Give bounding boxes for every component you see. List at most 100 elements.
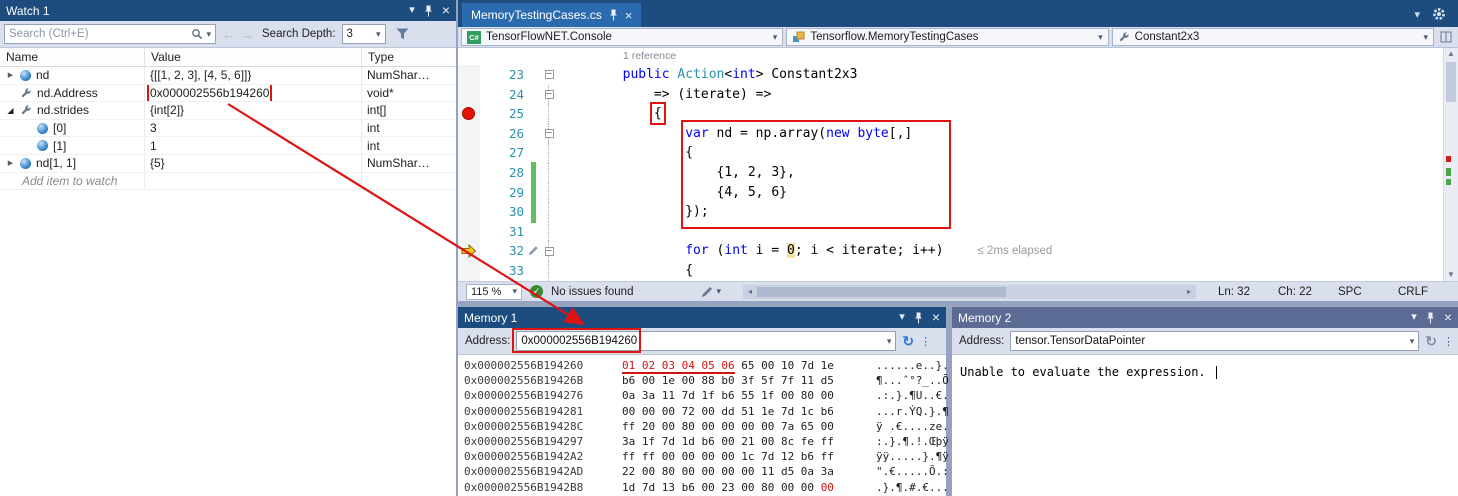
close-icon[interactable]: × [932,312,940,323]
watch-name-cell[interactable]: ▶nd [0,67,145,84]
code-line[interactable]: 30 }); [458,202,1458,222]
search-options-icon[interactable]: ▾ [206,29,211,40]
memory-row[interactable]: 0x000002556B19428100 00 00 72 00 dd 51 1… [464,404,946,419]
watch-value-cell[interactable]: {5} [145,155,362,172]
outlining-margin[interactable] [538,163,560,183]
horizontal-scrollbar[interactable]: ◂ ▸ [743,285,1196,299]
scroll-up-icon[interactable]: ▲ [1444,48,1458,60]
outlining-margin[interactable] [538,202,560,222]
memory-row[interactable]: 0x000002556B1942B81d 7d 13 b6 00 23 00 8… [464,480,946,495]
gear-icon[interactable] [1432,7,1446,21]
search-input[interactable] [9,28,188,40]
memory-bytes[interactable]: 3a 1f 7d 1d b6 00 21 00 8c fe ff [622,434,866,449]
tab-list-icon[interactable]: ▾ [1414,8,1420,21]
memory-row[interactable]: 0x000002556B1942973a 1f 7d 1d b6 00 21 0… [464,434,946,449]
search-forward-icon[interactable]: → [241,27,254,42]
search-depth-combo[interactable]: 3 ▾ [342,24,386,44]
toolbar-overflow-icon[interactable]: ⋮ [1443,335,1454,348]
watch-row[interactable]: nd.Address0x000002556b194260void* [0,85,456,103]
tab-close-icon[interactable]: × [625,8,633,23]
memory1-address-combo[interactable]: ▾ [516,331,896,351]
memory-bytes[interactable]: 1d 7d 13 b6 00 23 00 80 00 00 00 [622,480,866,495]
memory-row[interactable]: 0x000002556B19426001 02 03 04 05 06 65 0… [464,358,946,373]
zoom-combo[interactable]: 115 % ▾ [466,284,522,300]
breakpoint-icon[interactable] [462,107,475,120]
filter-icon[interactable] [396,28,409,40]
close-icon[interactable]: × [1444,312,1452,323]
scroll-down-icon[interactable]: ▼ [1444,269,1458,281]
pin-icon[interactable] [424,5,433,17]
memory-bytes[interactable]: ff ff 00 00 00 00 1c 7d 12 b6 ff [622,449,866,464]
code-line[interactable]: 25 { [458,104,1458,124]
window-menu-icon[interactable]: ▾ [899,312,905,323]
column-header-type[interactable]: Type [362,48,456,66]
refresh-icon[interactable]: ↻ [1425,334,1437,348]
memory-row[interactable]: 0x000002556B19428Cff 20 00 80 00 00 00 0… [464,419,946,434]
memory-bytes[interactable]: ff 20 00 80 00 00 00 00 7a 65 00 [622,419,866,434]
expander-icon[interactable]: ▶ [4,71,17,79]
glyph-margin[interactable] [458,163,480,183]
scrollbar-thumb[interactable] [757,287,1006,297]
memory-bytes[interactable]: 22 00 80 00 00 00 00 11 d5 0a 3a [622,464,866,479]
type-dropdown[interactable]: Tensorflow.MemoryTestingCases ▾ [786,28,1108,46]
memory-bytes[interactable]: b6 00 1e 00 88 b0 3f 5f 7f 11 d5 [622,373,866,388]
code-line[interactable]: 32– for (int i = 0; i < iterate; i++)≤ 2… [458,241,1458,261]
memory-bytes[interactable]: 00 00 00 72 00 dd 51 1e 7d 1c b6 [622,404,866,419]
memory1-titlebar[interactable]: Memory 1 ▾ × [458,307,946,328]
outlining-margin[interactable]: – [538,85,560,105]
memory2-titlebar[interactable]: Memory 2 ▾ × [952,307,1458,328]
watch-name-cell[interactable]: ◢nd.strides [0,102,145,119]
pin-icon[interactable] [914,312,923,324]
memory2-address-combo[interactable]: ▾ [1010,331,1419,351]
watch-add-row[interactable]: Add item to watch [0,173,456,191]
watch-value-cell[interactable]: {[[1, 2, 3], [4, 5, 6]]} [145,67,362,84]
glyph-margin[interactable] [458,222,480,242]
outlining-margin[interactable]: – [538,241,560,261]
expander-icon[interactable]: ◢ [4,106,17,115]
close-icon[interactable]: × [442,5,450,16]
outlining-margin[interactable] [538,183,560,203]
tab-pin-icon[interactable] [609,9,618,21]
watch-value-cell[interactable]: 3 [145,120,362,137]
collapse-box-icon[interactable]: – [545,90,554,99]
watch-value-cell[interactable]: 1 [145,137,362,154]
watch-name-cell[interactable]: nd.Address [0,85,145,102]
memory-row[interactable]: 0x000002556B1942760a 3a 11 7d 1f b6 55 1… [464,388,946,403]
code-cleanup-icon[interactable]: ▾ [701,286,721,298]
issues-text[interactable]: No issues found [551,286,633,298]
collapse-box-icon[interactable]: – [545,129,554,138]
search-back-icon[interactable]: ← [222,27,235,42]
member-dropdown[interactable]: Constant2x3 ▾ [1112,28,1434,46]
window-menu-icon[interactable]: ▾ [1411,312,1417,323]
watch-row[interactable]: [1]1int [0,137,456,155]
expander-icon[interactable]: ▶ [4,159,17,167]
glyph-margin[interactable] [458,104,480,124]
watch-name-cell[interactable]: [0] [0,120,145,137]
tab-memorytestingcases[interactable]: MemoryTestingCases.cs × [462,3,641,27]
outlining-margin[interactable] [538,261,560,281]
code-line[interactable]: 28 {1, 2, 3}, [458,163,1458,183]
watch-name-cell[interactable]: [1] [0,137,145,154]
vertical-scrollbar[interactable]: ▲ ▼ [1443,48,1458,281]
outlining-margin[interactable]: – [538,65,560,85]
project-dropdown[interactable]: C# TensorFlowNET.Console ▾ [461,28,783,46]
watch-row[interactable]: ▶nd[1, 1]{5}NumShar… [0,155,456,173]
scrollbar-thumb[interactable] [1446,62,1456,102]
glyph-margin[interactable] [458,143,480,163]
outlining-margin[interactable]: – [538,124,560,144]
memory-bytes[interactable]: 0a 3a 11 7d 1f b6 55 1f 00 80 00 [622,388,866,403]
code-line[interactable]: 26– var nd = np.array(new byte[,] [458,124,1458,144]
code-area[interactable]: 1 reference23– public Action<int> Consta… [458,48,1458,281]
glyph-margin[interactable] [458,65,480,85]
glyph-margin[interactable] [458,202,480,222]
code-line[interactable]: 24– => (iterate) => [458,85,1458,105]
collapse-box-icon[interactable]: – [545,247,554,256]
watch-row[interactable]: ▶nd{[[1, 2, 3], [4, 5, 6]]}NumShar… [0,67,456,85]
watch-row[interactable]: ◢nd.strides{int[2]}int[] [0,102,456,120]
glyph-margin[interactable] [458,183,480,203]
code-line[interactable]: 31 [458,222,1458,242]
perf-tip[interactable]: ≤ 2ms elapsed [978,245,1053,257]
outlining-margin[interactable] [538,104,560,124]
watch-row[interactable]: [0]3int [0,120,456,138]
codelens-references[interactable]: 1 reference [458,48,1458,65]
